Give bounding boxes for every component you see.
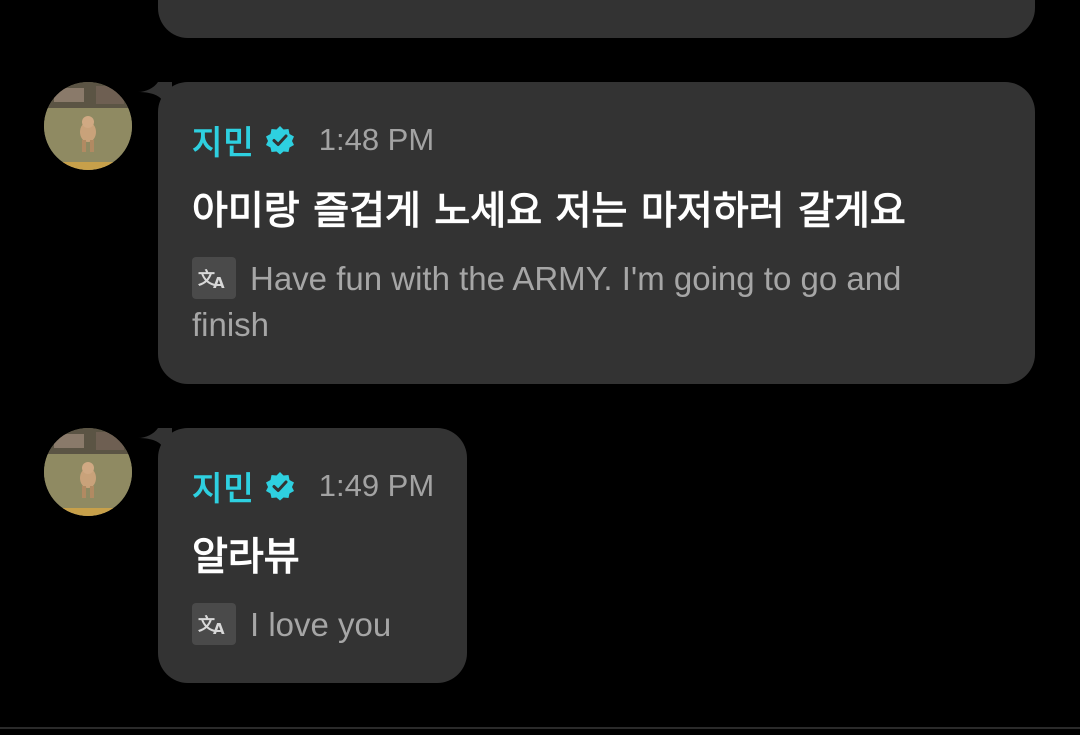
message-header: 지민 1:48 PM xyxy=(192,120,435,162)
message-header: 지민 1:49 PM xyxy=(192,466,435,508)
translate-icon[interactable]: 文 A xyxy=(192,257,236,299)
translation-text-line1: Have fun with the ARMY. I'm going to go … xyxy=(250,260,902,297)
svg-text:A: A xyxy=(213,620,225,637)
verified-badge-icon xyxy=(265,472,294,501)
message-bubble[interactable]: 지민 1:49 PM 알라뷰 文 A I love you xyxy=(138,428,467,683)
translate-icon[interactable]: 文 A xyxy=(192,603,236,645)
translation: 文 A I love you xyxy=(192,602,391,648)
avatar-photo xyxy=(44,82,132,170)
previous-message-bubble[interactable] xyxy=(158,0,1035,38)
bottom-divider xyxy=(0,727,1080,729)
translation-text-line2: finish xyxy=(192,306,270,343)
svg-text:A: A xyxy=(213,274,225,291)
sender-name[interactable]: 지민 xyxy=(192,116,255,164)
sender-name[interactable]: 지민 xyxy=(192,462,255,510)
bubble-tail xyxy=(138,428,172,458)
translation: 文 A Have fun with the ARMY. I'm going to… xyxy=(192,256,901,348)
message-time: 1:49 PM xyxy=(318,468,435,503)
message-bubble[interactable]: 지민 1:48 PM 아미랑 즐겁게 노세요 저는 마저하러 갈게요 文 A H… xyxy=(138,82,1035,384)
avatar[interactable] xyxy=(44,82,132,170)
bubble-tail xyxy=(138,82,172,112)
message-text: 알라뷰 xyxy=(192,535,300,580)
message-time: 1:48 PM xyxy=(318,122,435,157)
avatar-photo xyxy=(44,428,132,516)
message-text: 아미랑 즐겁게 노세요 저는 마저하러 갈게요 xyxy=(192,189,906,234)
translation-text-line1: I love you xyxy=(250,606,392,643)
verified-badge-icon xyxy=(265,126,294,155)
avatar[interactable] xyxy=(44,428,132,516)
